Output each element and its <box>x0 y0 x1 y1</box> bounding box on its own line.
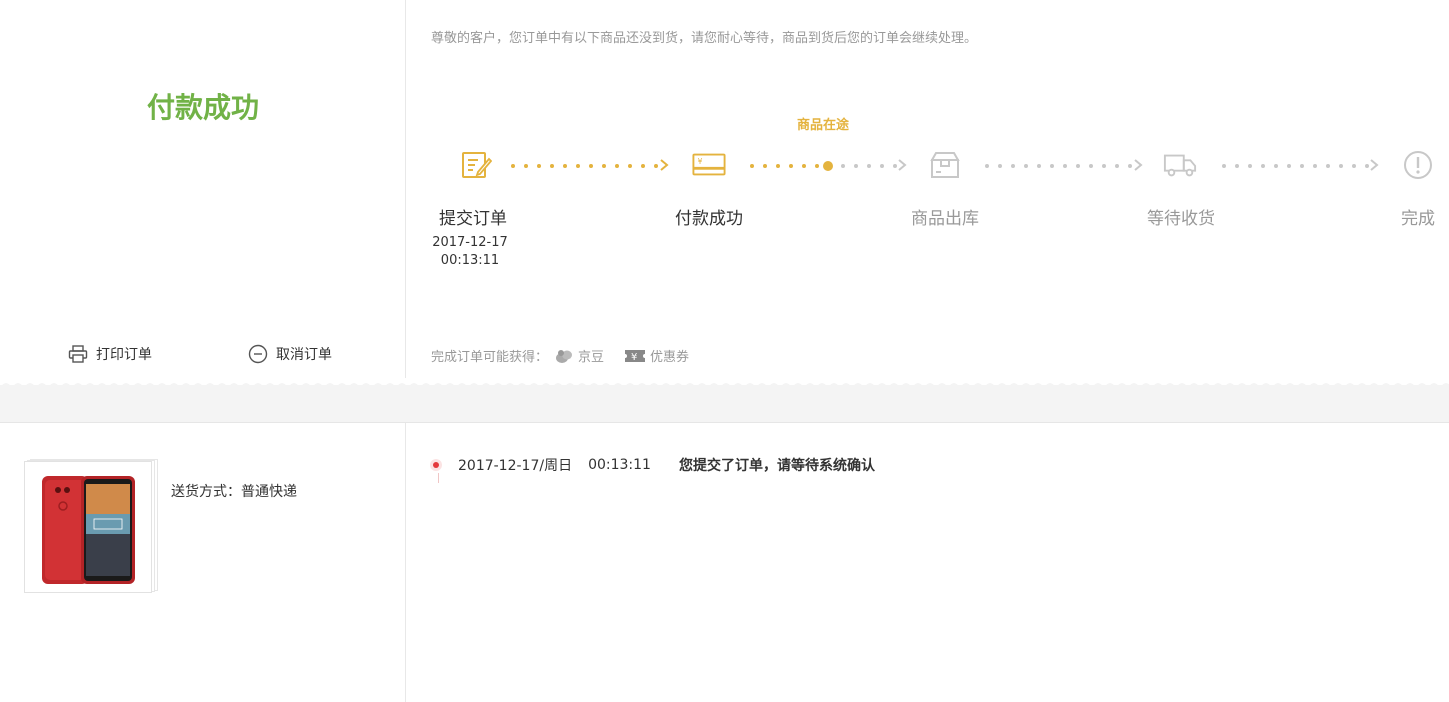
step-icon-warehouse <box>928 148 962 182</box>
step-date: 2017-12-17 <box>432 235 508 250</box>
package-panel: 送货方式：普通快递 <box>0 423 406 702</box>
shipment-section: 送货方式：普通快递 2017-12-17/周日 00:13:11 您提交了订单，… <box>0 423 1449 702</box>
phone-product-image <box>42 476 135 584</box>
chevron-right-icon <box>898 159 907 171</box>
tracking-date: 2017-12-17/周日 <box>458 458 573 474</box>
chevron-right-icon <box>660 159 669 171</box>
box-icon <box>930 152 960 178</box>
step-icon-complete <box>1401 148 1435 182</box>
print-order-button[interactable]: 打印订单 <box>68 344 152 364</box>
step-label-warehouse: 商品出库 <box>911 209 979 229</box>
order-status-title: 付款成功 <box>146 91 259 124</box>
tracking-dot-icon <box>430 459 442 471</box>
minus-circle-icon <box>248 344 268 364</box>
benefits-label: 完成订单可能获得： <box>431 350 549 365</box>
benefit-coupon[interactable]: ¥ 优惠券 <box>624 346 689 365</box>
step-time-submit: 2017-12-17 00:13:11 <box>415 234 525 270</box>
order-progress-panel: 尊敬的客户，您订单中有以下商品还没到货，请您耐心等待，商品到货后您的订单会继续处… <box>407 0 1449 378</box>
order-detail-page: 付款成功 打印订单 取消订单 尊敬的客户，您订单中有以下商品还没到货，请您耐心等… <box>0 0 1449 702</box>
chevron-right-icon <box>1370 159 1379 171</box>
step-icon-submit <box>459 148 493 182</box>
step-label-delivery: 等待收货 <box>1147 209 1215 229</box>
progress-dots-done-1 <box>511 164 658 168</box>
benefit-coupon-label: 优惠券 <box>650 350 690 365</box>
current-stage-label: 商品在途 <box>797 118 850 133</box>
chevron-right-icon <box>1134 159 1143 171</box>
product-thumbnail[interactable] <box>24 461 152 593</box>
step-label-paid: 付款成功 <box>675 209 743 229</box>
step-icon-paid: ¥ <box>692 148 726 182</box>
svg-text:¥: ¥ <box>631 352 637 363</box>
payment-card-icon: ¥ <box>692 153 726 176</box>
order-status-panel: 付款成功 打印订单 取消订单 <box>0 0 406 378</box>
delivery-method: 送货方式：普通快递 <box>171 484 297 500</box>
tracking-time: 00:13:11 <box>588 457 651 473</box>
coupon-icon: ¥ <box>625 349 646 363</box>
svg-text:¥: ¥ <box>698 157 703 166</box>
product-thumbnail-stack[interactable] <box>24 459 160 595</box>
truck-icon <box>1163 154 1197 177</box>
step-label-submit: 提交订单 <box>439 209 507 229</box>
section-divider <box>0 385 1449 423</box>
print-order-label: 打印订单 <box>96 347 152 363</box>
tracking-entry: 2017-12-17/周日 00:13:11 您提交了订单，请等待系统确认 <box>430 455 875 475</box>
step-icon-delivery <box>1163 148 1197 182</box>
order-progress-bar: 商品在途 ¥ 提交订单 2017-12-17 00:13:11 付款成功 商品出… <box>407 110 1449 280</box>
step-label-complete: 完成 <box>1401 209 1435 229</box>
benefit-jingdou[interactable]: 京豆 <box>554 346 604 365</box>
cancel-order-button[interactable]: 取消订单 <box>248 344 332 364</box>
exclamation-circle-icon <box>1404 151 1432 179</box>
stock-notice: 尊敬的客户，您订单中有以下商品还没到货，请您耐心等待，商品到货后您的订单会继续处… <box>431 31 978 46</box>
benefit-jingdou-label: 京豆 <box>578 350 605 365</box>
printer-icon <box>68 345 88 363</box>
step-clock: 00:13:11 <box>440 253 500 268</box>
beans-icon <box>556 349 573 363</box>
order-status-section: 付款成功 打印订单 取消订单 尊敬的客户，您订单中有以下商品还没到货，请您耐心等… <box>0 0 1449 378</box>
cancel-order-label: 取消订单 <box>276 347 332 363</box>
progress-dots-pending-2 <box>1222 164 1369 168</box>
completion-benefits: 完成订单可能获得： 京豆 ¥ 优惠券 <box>431 346 703 365</box>
progress-dots-pending-1 <box>985 164 1132 168</box>
current-position-marker <box>823 161 833 171</box>
edit-document-icon <box>462 152 492 178</box>
tracking-message: 您提交了订单，请等待系统确认 <box>678 458 875 474</box>
